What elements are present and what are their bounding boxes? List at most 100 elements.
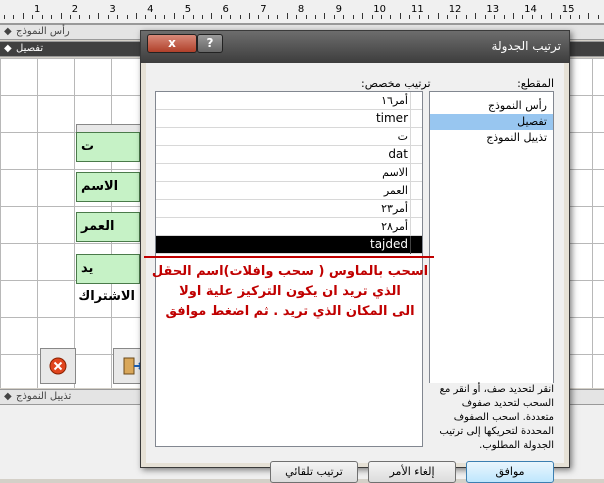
ruler-tick bbox=[409, 15, 411, 19]
ruler-tick bbox=[41, 15, 43, 19]
ruler-tick bbox=[399, 13, 401, 19]
list-item[interactable]: أمر٢٣ bbox=[156, 200, 422, 218]
ruler-tick bbox=[578, 15, 580, 19]
dialog-titlebar[interactable]: x ? ترتيب الجدولة bbox=[141, 31, 569, 63]
ruler-number: 3 bbox=[109, 4, 116, 15]
ruler-tick bbox=[22, 13, 24, 19]
ruler-tick bbox=[60, 13, 62, 19]
band-arrow-icon: ◆ bbox=[4, 26, 12, 37]
ruler-tick bbox=[456, 15, 458, 19]
control-name[interactable]: الاسم bbox=[76, 172, 140, 202]
ruler-tick bbox=[362, 13, 364, 19]
ruler-tick bbox=[154, 15, 156, 19]
close-circle-icon bbox=[49, 357, 67, 375]
item-label: أمر٢٨ bbox=[381, 220, 408, 233]
ruler-tick bbox=[249, 13, 251, 19]
ruler-tick bbox=[390, 15, 392, 19]
control-t[interactable]: ت bbox=[76, 132, 140, 162]
ruler-tick bbox=[239, 15, 241, 19]
ruler-tick bbox=[381, 15, 382, 19]
list-item[interactable]: dat bbox=[156, 146, 422, 164]
row-selector[interactable] bbox=[410, 146, 422, 164]
list-item[interactable]: أمر١٦ bbox=[156, 92, 422, 110]
ruler-tick bbox=[522, 15, 524, 19]
form-header-band-label: رأس النموذج bbox=[16, 26, 70, 37]
row-selector[interactable] bbox=[410, 110, 422, 128]
section-item-form-footer[interactable]: تذييل النموذج bbox=[430, 130, 553, 146]
cancel-button[interactable]: إلغاء الأمر bbox=[368, 461, 456, 483]
ruler-tick bbox=[164, 15, 166, 19]
ruler-number: 8 bbox=[297, 4, 305, 15]
ruler-tick bbox=[201, 15, 203, 19]
row-selector[interactable] bbox=[410, 164, 422, 182]
custom-order-label: ترتيب مخصص: bbox=[361, 77, 431, 90]
row-selector[interactable] bbox=[410, 182, 422, 200]
auto-order-button[interactable]: ترتيب تلقائي bbox=[270, 461, 358, 483]
section-label: المقطع: bbox=[517, 77, 554, 90]
ruler-tick bbox=[465, 15, 467, 19]
item-label: tajded bbox=[369, 237, 408, 251]
form-footer-band-label: تذييل النموذج bbox=[16, 391, 72, 402]
ruler-tick bbox=[32, 15, 34, 19]
ruler-number: 10 bbox=[373, 4, 387, 15]
ruler-tick bbox=[220, 15, 222, 19]
annotation-line: الذي تريد ان يكون التركيز علية اولا bbox=[179, 284, 401, 299]
ruler-tick bbox=[69, 15, 71, 19]
tab-order-dialog: x ? ترتيب الجدولة المقطع: ترتيب مخصص: رأ… bbox=[140, 30, 570, 483]
ruler-number: 2 bbox=[71, 4, 79, 15]
row-selector[interactable] bbox=[410, 200, 422, 218]
row-selector[interactable] bbox=[410, 128, 422, 146]
help-button[interactable]: ? bbox=[197, 34, 223, 53]
close-button[interactable]: x bbox=[147, 34, 197, 53]
row-selector[interactable] bbox=[410, 236, 422, 254]
item-label: أمر٢٣ bbox=[381, 202, 408, 215]
ruler-tick bbox=[117, 15, 119, 19]
ruler-tick bbox=[475, 13, 477, 19]
ruler-tick bbox=[277, 15, 279, 19]
band-arrow-icon: ◆ bbox=[4, 391, 12, 402]
ruler-tick bbox=[315, 15, 317, 19]
ruler-tick bbox=[512, 13, 514, 19]
ruler-tick bbox=[352, 15, 354, 19]
instructions-text: انقر لتحديد صف، أو انقر مع السحب لتحديد … bbox=[429, 383, 554, 453]
ruler-tick bbox=[230, 15, 232, 19]
ruler-number: 11 bbox=[411, 4, 424, 15]
ruler-tick bbox=[503, 15, 505, 19]
band-arrow-icon: ◆ bbox=[4, 43, 12, 54]
ruler-number: 4 bbox=[147, 4, 154, 15]
control-age[interactable]: العمر bbox=[76, 212, 140, 242]
item-label: أمر١٦ bbox=[381, 94, 408, 107]
list-item-selected[interactable]: tajded bbox=[156, 236, 422, 254]
ruler-tick bbox=[4, 15, 5, 19]
ruler-tick bbox=[531, 15, 533, 19]
list-item[interactable]: الاسم bbox=[156, 164, 422, 182]
list-item[interactable]: ت bbox=[156, 128, 422, 146]
list-item[interactable]: أمر٢٨ bbox=[156, 218, 422, 236]
list-item[interactable]: العمر bbox=[156, 182, 422, 200]
ruler-number: 14 bbox=[524, 4, 537, 15]
row-selector[interactable] bbox=[410, 92, 422, 110]
ruler-number: 15 bbox=[561, 4, 575, 15]
item-label: العمر bbox=[383, 184, 408, 197]
ruler-tick bbox=[541, 15, 543, 19]
row-selector[interactable] bbox=[410, 218, 422, 236]
ruler-tick bbox=[286, 13, 288, 19]
ok-button[interactable]: موافق bbox=[466, 461, 554, 483]
ruler-tick bbox=[126, 15, 128, 19]
ruler-tick bbox=[267, 15, 269, 19]
section-item-detail[interactable]: تفصيل bbox=[430, 114, 553, 130]
section-item-form-header[interactable]: رأس النموذج bbox=[430, 98, 553, 114]
ruler-tick bbox=[371, 15, 373, 19]
item-label: ت bbox=[397, 130, 408, 143]
ruler-tick bbox=[446, 15, 448, 19]
control-subscription[interactable]: يد الاشتراك bbox=[76, 254, 140, 304]
ruler-tick bbox=[258, 15, 260, 19]
close-form-button[interactable] bbox=[40, 348, 76, 384]
list-item[interactable]: timer bbox=[156, 110, 422, 128]
annotation-line: اسحب بالماوس ( سحب وافلات)اسم الحقل bbox=[151, 264, 429, 279]
ruler-tick bbox=[192, 15, 194, 19]
ruler-tick bbox=[107, 15, 109, 19]
ruler-number: 6 bbox=[222, 4, 229, 15]
ruler-tick bbox=[305, 15, 307, 19]
annotation-text: اسحب بالماوس ( سحب وافلات)اسم الحقل الذي… bbox=[145, 262, 435, 322]
